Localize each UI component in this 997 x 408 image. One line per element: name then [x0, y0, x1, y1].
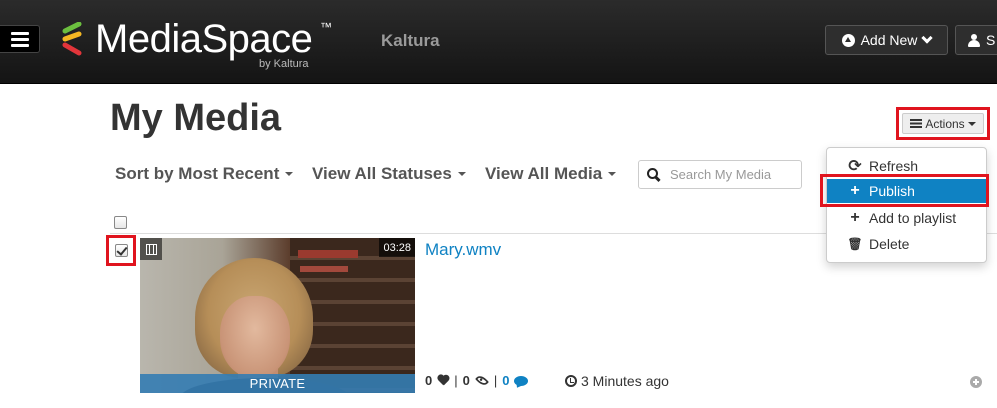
upload-icon: [841, 33, 855, 47]
status-filter-label: View All Statuses: [312, 164, 452, 183]
status-filter-dropdown[interactable]: View All Statuses: [312, 164, 466, 184]
media-title-link[interactable]: Mary.wmv: [425, 240, 501, 260]
menu-item-add-to-playlist[interactable]: + Add to playlist: [827, 206, 986, 230]
chevron-down-icon: [921, 32, 934, 44]
heart-icon: [437, 375, 449, 386]
user-label: S: [986, 32, 996, 48]
media-item-checkbox[interactable]: [115, 244, 128, 257]
menu-item-delete[interactable]: 🗑 Delete: [827, 232, 986, 256]
user-icon: [968, 33, 980, 47]
comment-icon[interactable]: [514, 375, 529, 386]
actions-button[interactable]: Actions: [902, 113, 984, 134]
plus-icon: +: [850, 209, 860, 226]
sort-label: Sort by Most Recent: [115, 164, 280, 183]
clock-icon: [565, 375, 577, 387]
add-new-label: Add New: [860, 32, 918, 48]
list-icon: [910, 119, 923, 128]
separator: |: [493, 373, 498, 388]
actions-label: Actions: [925, 116, 965, 131]
expand-plus-icon[interactable]: [970, 376, 982, 388]
logo-byline: by Kaltura: [259, 58, 309, 70]
mediaspace-logo-icon: [62, 22, 82, 56]
likes-count: 0: [425, 373, 433, 388]
caret-down-icon: [457, 172, 466, 176]
hamburger-menu-icon[interactable]: [0, 25, 40, 53]
video-type-icon: [140, 238, 162, 260]
menu-item-label: Refresh: [869, 158, 919, 174]
search-box: [638, 160, 802, 189]
eye-icon: [474, 373, 489, 388]
visibility-badge: PRIVATE: [140, 374, 415, 393]
thumbnail-detail: [220, 296, 290, 378]
media-filter-dropdown[interactable]: View All Media: [485, 164, 617, 184]
add-new-button[interactable]: Add New: [825, 25, 948, 55]
upload-time: 3 Minutes ago: [565, 373, 669, 389]
top-navbar: MediaSpace ™ by Kaltura Kaltura Add New …: [0, 0, 997, 84]
search-icon[interactable]: [647, 168, 660, 181]
caret-down-icon: [608, 172, 617, 176]
media-thumbnail[interactable]: 03:28 PRIVATE: [140, 238, 415, 393]
logo-trademark: ™: [320, 20, 332, 34]
separator: |: [454, 373, 458, 388]
select-all-checkbox[interactable]: [114, 216, 127, 229]
caret-down-icon: [285, 172, 294, 176]
thumbnail-detail: [298, 250, 358, 258]
views-count: 0: [462, 373, 470, 388]
search-input[interactable]: [670, 167, 790, 182]
user-menu-button[interactable]: S: [955, 25, 997, 55]
thumbnail-detail: [300, 266, 348, 272]
media-filter-label: View All Media: [485, 164, 603, 183]
time-ago: 3 Minutes ago: [581, 373, 669, 389]
actions-highlight-outline: Actions: [896, 107, 990, 140]
publish-highlight-outline: [820, 174, 989, 207]
refresh-icon: ⟳: [848, 158, 862, 175]
sort-dropdown[interactable]: Sort by Most Recent: [115, 164, 294, 184]
menu-item-label: Add to playlist: [869, 210, 957, 226]
media-stats: 0 | 0 | 0: [425, 373, 529, 388]
page-title: My Media: [110, 97, 282, 139]
caret-down-icon: [967, 121, 976, 126]
menu-item-label: Delete: [869, 236, 910, 252]
duration-badge: 03:28: [379, 238, 415, 257]
comments-count[interactable]: 0: [502, 373, 509, 388]
brand-name: Kaltura: [381, 31, 440, 50]
trash-icon: 🗑: [847, 237, 863, 251]
logo-text[interactable]: MediaSpace: [95, 17, 313, 61]
